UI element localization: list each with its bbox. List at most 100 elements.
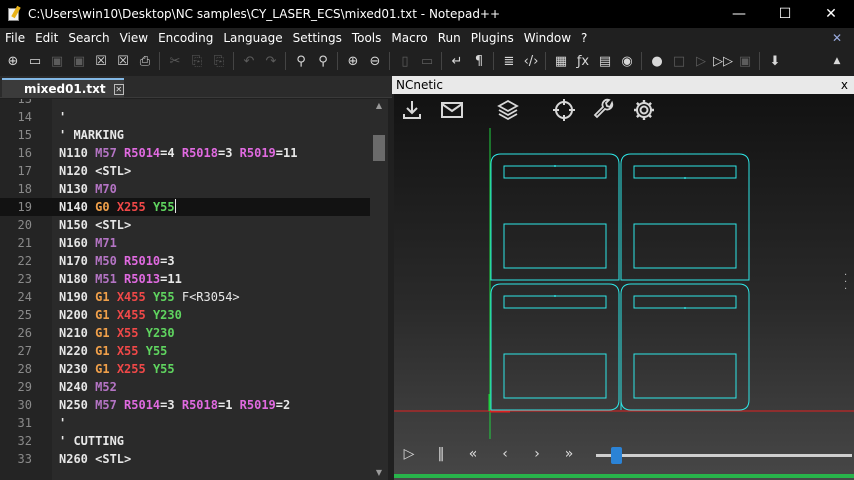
replace-icon[interactable]: ⚲ [312,50,334,72]
menu-macro[interactable]: Macro [386,28,432,48]
sync-vertical-icon[interactable]: ▯ [394,50,416,72]
scrollbar-thumb[interactable] [373,135,385,161]
code-text: ' MARKING [59,126,124,144]
code-token: M51 [95,272,125,286]
code-editor[interactable]: 13 ' 14 ' 15 ' MARKING 16 N110 M57 R5014=4 R501… [0,99,370,480]
code-line[interactable]: 19 N140 G0 X255 Y55 [0,198,370,216]
document-map-icon[interactable]: ▦ [550,50,572,72]
panel-close-button[interactable]: x [841,76,848,94]
folder-as-workspace-icon[interactable]: ▤ [594,50,616,72]
run-macro-multiple-icon[interactable]: ▷▷ [712,50,734,72]
menu-language[interactable]: Language [218,28,287,48]
monitoring-icon[interactable]: ◉ [616,50,638,72]
zoom-in-icon[interactable]: ⊕ [342,50,364,72]
code-line[interactable]: 22 N170 M50 R5010=3 [0,252,370,270]
menu-plugins[interactable]: Plugins [466,28,519,48]
code-line[interactable]: 31 ' [0,414,370,432]
code-line[interactable]: 15 ' MARKING [0,126,370,144]
marking-slot-bottom-right [633,295,737,309]
code-token: G1 [95,290,117,304]
code-line[interactable]: 33 N260 <STL> [0,450,370,468]
undo-icon[interactable]: ↶ [238,50,260,72]
menu-view[interactable]: View [115,28,153,48]
xml-tag-icon[interactable]: ‹/› [520,50,542,72]
toolpath-canvas[interactable] [394,94,854,439]
menu-edit[interactable]: Edit [30,28,63,48]
close-document-icon[interactable]: ✕ [832,31,854,45]
cut-icon[interactable]: ✂ [164,50,186,72]
tab-mixed01[interactable]: mixed01.txt ✕ [2,78,124,98]
minimize-button[interactable]: — [716,0,762,28]
playback-slider-thumb[interactable] [610,447,622,464]
menu-window[interactable]: Window [519,28,576,48]
redo-icon[interactable]: ↷ [260,50,282,72]
step-forward-icon[interactable]: › [528,445,546,463]
rewind-icon[interactable]: « [464,445,482,463]
play-macro-icon[interactable]: ▷ [690,50,712,72]
close-window-button[interactable]: ✕ [808,0,854,28]
code-line[interactable]: 16 N110 M57 R5014=4 R5018=3 R5019=11 [0,144,370,162]
menu-help[interactable]: ? [576,28,592,48]
stop-macro-icon[interactable]: □ [668,50,690,72]
copy-icon[interactable]: ⎘ [186,50,208,72]
fast-forward-icon[interactable]: » [560,445,578,463]
code-token: ' [59,99,67,106]
menu-tools[interactable]: Tools [347,28,387,48]
find-icon[interactable]: ⚲ [290,50,312,72]
function-list-icon[interactable]: ƒx [572,50,594,72]
show-all-chars-icon[interactable]: ¶ [468,50,490,72]
toolbar-overflow-icon[interactable]: ▲ [826,50,848,72]
maximize-button[interactable]: ☐ [762,0,808,28]
code-line[interactable]: 27 N220 G1 X55 Y55 [0,342,370,360]
code-line[interactable]: 29 N240 M52 [0,378,370,396]
tab-close-icon[interactable]: ✕ [113,83,124,95]
menu-encoding[interactable]: Encoding [153,28,218,48]
indent-guide-icon[interactable]: ≣ [498,50,520,72]
code-line[interactable]: 18 N130 M70 [0,180,370,198]
step-back-icon[interactable]: ‹ [496,445,514,463]
word-wrap-icon[interactable]: ↵ [446,50,468,72]
scroll-down-icon[interactable]: ▼ [370,466,388,480]
code-line[interactable]: 13 ' [0,99,370,108]
code-line[interactable]: 28 N230 G1 X255 Y55 [0,360,370,378]
editor-vertical-scrollbar[interactable]: ▲ ▼ [370,99,388,480]
sync-horizontal-icon[interactable]: ▭ [416,50,438,72]
paste-icon[interactable]: ⎘ [208,50,230,72]
line-number: 27 [17,344,32,358]
code-text: N230 G1 X255 Y55 [59,360,175,378]
ncnetic-viewport[interactable]: ▷ ‖ « ‹ › » [394,94,854,480]
scroll-up-icon[interactable]: ▲ [370,99,388,113]
play-icon[interactable]: ▷ [400,445,418,463]
code-line[interactable]: 30 N250 M57 R5014=3 R5018=1 R5019=2 [0,396,370,414]
pause-icon[interactable]: ‖ [432,445,450,463]
save-icon[interactable]: ▣ [46,50,68,72]
code-line[interactable]: 20 N150 <STL> [0,216,370,234]
panel-splitter-grip[interactable]: · · · [844,271,847,295]
code-line[interactable]: 17 N120 <STL> [0,162,370,180]
code-line[interactable]: 32 ' CUTTING [0,432,370,450]
code-line[interactable]: 23 N180 M51 R5013=11 [0,270,370,288]
menu-search[interactable]: Search [63,28,114,48]
close-all-icon[interactable]: ☒ [112,50,134,72]
cut-window-bottom-left [503,353,607,399]
new-file-icon[interactable]: ⊕ [2,50,24,72]
code-line[interactable]: 26 N210 G1 X55 Y230 [0,324,370,342]
code-line[interactable]: 25 N200 G1 X455 Y230 [0,306,370,324]
close-file-icon[interactable]: ☒ [90,50,112,72]
save-macro-icon[interactable]: ▣ [734,50,756,72]
zoom-out-icon[interactable]: ⊖ [364,50,386,72]
menu-run[interactable]: Run [433,28,466,48]
code-line[interactable]: 24 N190 G1 X455 Y55 F<R3054> [0,288,370,306]
menu-settings[interactable]: Settings [288,28,347,48]
code-text: N260 <STL> [59,450,131,468]
code-token: N130 [59,182,96,196]
ncnetic-plugin-icon[interactable]: ⬇ [764,50,786,72]
code-line[interactable]: 21 N160 M71 [0,234,370,252]
code-line[interactable]: 14 ' [0,108,370,126]
record-macro-icon[interactable]: ● [646,50,668,72]
menu-file[interactable]: File [0,28,30,48]
open-file-icon[interactable]: ▭ [24,50,46,72]
print-icon[interactable]: ⎙ [134,50,156,72]
playback-slider-track[interactable] [596,454,852,457]
save-all-icon[interactable]: ▣ [68,50,90,72]
